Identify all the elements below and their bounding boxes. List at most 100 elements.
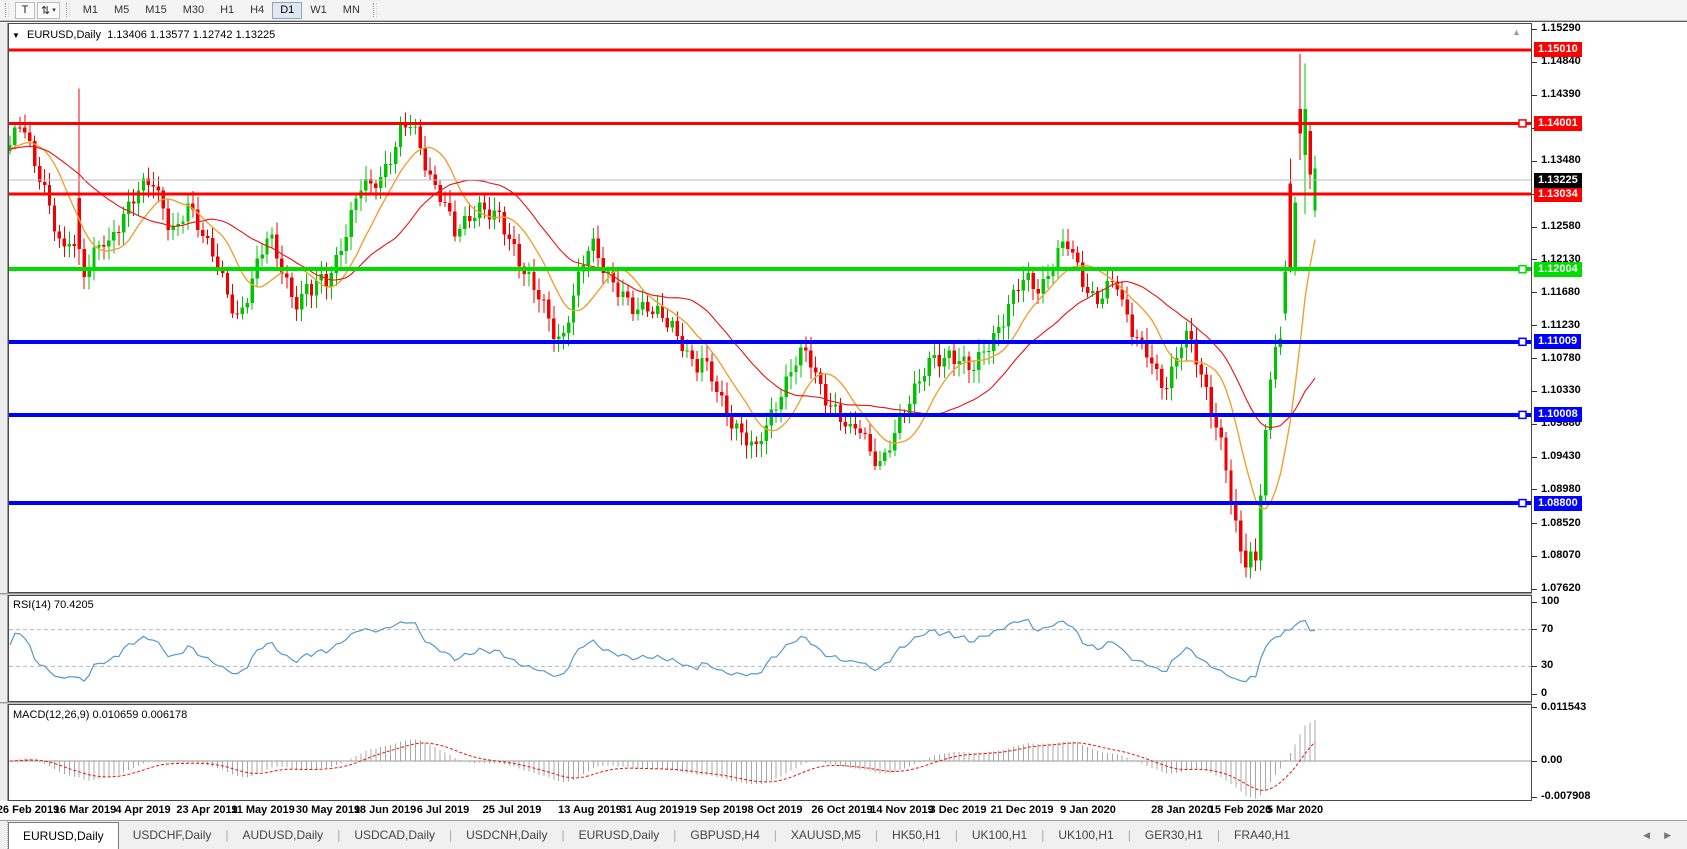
hline-handle[interactable] (1519, 120, 1526, 127)
axis-tick (1532, 629, 1537, 630)
tab-scroll-left-icon[interactable]: ◀ (1643, 830, 1650, 841)
price-tag-1.11009: 1.11009 (1534, 334, 1581, 349)
chart-tab-usdcnh-daily[interactable]: USDCNH,Daily (452, 821, 561, 849)
timeframe-button-w1[interactable]: W1 (302, 2, 335, 19)
rsi-tick-label: 100 (1541, 595, 1559, 607)
price-tick-label: 1.15290 (1541, 22, 1581, 34)
date-label: 25 Jul 2019 (483, 804, 542, 816)
rsi-line (10, 620, 1315, 682)
hline-handle[interactable] (1519, 500, 1526, 507)
chart-tab-fra40-h1[interactable]: FRA40,H1 (1220, 821, 1304, 849)
axis-tick (1532, 556, 1537, 557)
price-tick-label: 1.10330 (1541, 384, 1581, 396)
axis-tick (1532, 694, 1537, 695)
timeframe-button-m1[interactable]: M1 (75, 2, 106, 19)
chart-tab-uk100-h1[interactable]: UK100,H1 (1044, 821, 1127, 849)
axis-tick (1532, 325, 1537, 326)
chevron-down-icon: ▾ (52, 6, 56, 14)
date-label: 3 Dec 2019 (930, 804, 987, 816)
macd-tick-label: 0.011543 (1541, 701, 1586, 713)
chart-tab-uk100-h1[interactable]: UK100,H1 (958, 821, 1041, 849)
axis-tick (1532, 292, 1537, 293)
price-axis[interactable]: 1.152901.148401.143901.139301.134801.130… (1532, 23, 1687, 821)
date-label: 9 Jan 2020 (1060, 804, 1116, 816)
axis-tick (1532, 62, 1537, 63)
chart-tab-audusd-daily[interactable]: AUDUSD,Daily (229, 821, 338, 849)
symbol-dropdown-icon[interactable]: ▼ (12, 31, 20, 40)
toolbar: T ⇅ ▾ M1M5M15M30H1H4D1W1MN (0, 0, 1687, 21)
date-label: 19 Sep 2019 (685, 804, 748, 816)
axis-tick (1532, 489, 1537, 490)
chart-tab-eurusd-daily[interactable]: EURUSD,Daily (565, 821, 674, 849)
price-tag-1.15010: 1.15010 (1534, 42, 1582, 57)
main-price-chart[interactable]: ▲ (8, 23, 1532, 593)
tab-scroll-right-icon[interactable]: ▶ (1664, 830, 1671, 841)
price-tick-label: 1.08520 (1541, 517, 1581, 529)
current-price-tag: 1.13225 (1534, 173, 1582, 188)
timeframe-button-m30[interactable]: M30 (175, 2, 212, 19)
hline-handle[interactable] (1519, 266, 1526, 273)
toolbar-grip-icon (373, 3, 377, 17)
chart-tab-hk50-h1[interactable]: HK50,H1 (878, 821, 955, 849)
macd-tick-label: -0.007908 (1541, 790, 1591, 802)
hline-handle[interactable] (1519, 411, 1526, 418)
rsi-tick-label: 30 (1541, 659, 1553, 671)
rsi-panel[interactable] (8, 595, 1532, 702)
timeframe-button-m5[interactable]: M5 (106, 2, 137, 19)
chart-tab-eurusd-daily[interactable]: EURUSD,Daily (8, 822, 119, 849)
date-label: 28 Jan 2020 (1151, 804, 1213, 816)
macd-tick-label: 0.00 (1541, 754, 1562, 766)
axis-tick (1532, 391, 1537, 392)
price-tick-label: 1.12580 (1541, 220, 1581, 232)
price-tick-label: 1.11230 (1541, 319, 1580, 331)
axis-tick (1532, 589, 1537, 590)
timeframe-button-h4[interactable]: H4 (242, 2, 272, 19)
macd-panel[interactable] (8, 704, 1532, 801)
date-label: 18 Jun 2019 (354, 804, 416, 816)
date-label: 26 Oct 2019 (811, 804, 872, 816)
cursor-tool-button[interactable]: ⇅ ▾ (37, 2, 60, 19)
chart-header: ▼ EURUSD,Daily 1.13406 1.13577 1.12742 1… (12, 29, 275, 41)
date-label: 14 Nov 2019 (870, 804, 934, 816)
left-gutter (0, 23, 8, 801)
timeframe-button-d1[interactable]: D1 (272, 2, 302, 19)
chart-tab-gbpusd-h4[interactable]: GBPUSD,H4 (676, 821, 773, 849)
tabbar-grip (0, 821, 8, 849)
date-label: 21 Dec 2019 (991, 804, 1054, 816)
timeframe-button-h1[interactable]: H1 (212, 2, 242, 19)
macd-indicator-label: MACD(12,26,9) 0.010659 0.006178 (13, 709, 187, 721)
date-label: 6 Jul 2019 (417, 804, 470, 816)
date-label: 30 May 2019 (296, 804, 360, 816)
chart-tab-ger30-h1[interactable]: GER30,H1 (1131, 821, 1217, 849)
date-label: 31 Aug 2019 (620, 804, 684, 816)
date-label: 11 May 2019 (231, 804, 295, 816)
axis-tick (1532, 358, 1537, 359)
hline-handle[interactable] (1519, 338, 1526, 345)
chart-tab-xauusd-m5[interactable]: XAUUSD,M5 (777, 821, 875, 849)
timeframe-button-mn[interactable]: MN (335, 2, 368, 19)
axis-tick (1532, 457, 1537, 458)
axis-tick (1532, 797, 1537, 798)
chart-window: ▲ ▼ EURUSD,Daily 1.13406 1.13577 1.12742… (0, 21, 1687, 820)
text-tool-button[interactable]: T (15, 2, 35, 19)
axis-tick (1532, 95, 1537, 96)
axis-tick (1532, 424, 1537, 425)
price-tick-label: 1.08980 (1541, 483, 1581, 495)
timeframe-button-m15[interactable]: M15 (137, 2, 174, 19)
double-arrow-icon: ⇅ (41, 4, 50, 17)
date-label: 5 Mar 2020 (1267, 804, 1323, 816)
chart-ohlc-values: 1.13406 1.13577 1.12742 1.13225 (107, 29, 275, 41)
axis-tick (1532, 227, 1537, 228)
date-label: 4 Apr 2019 (115, 804, 170, 816)
chart-tab-usdchf-daily[interactable]: USDCHF,Daily (119, 821, 226, 849)
price-tick-label: 1.07620 (1541, 582, 1581, 594)
axis-tick (1532, 761, 1537, 762)
axis-tick (1532, 602, 1537, 603)
chart-tab-usdcad-daily[interactable]: USDCAD,Daily (340, 821, 449, 849)
axis-tick (1532, 161, 1537, 162)
toolbar-grip-icon (66, 3, 70, 17)
axis-tick (1532, 707, 1537, 708)
date-axis[interactable]: 26 Feb 201916 Mar 20194 Apr 201923 Apr 2… (8, 801, 1532, 821)
rsi-tick-label: 70 (1541, 623, 1553, 635)
date-label: 16 Mar 2019 (54, 804, 116, 816)
